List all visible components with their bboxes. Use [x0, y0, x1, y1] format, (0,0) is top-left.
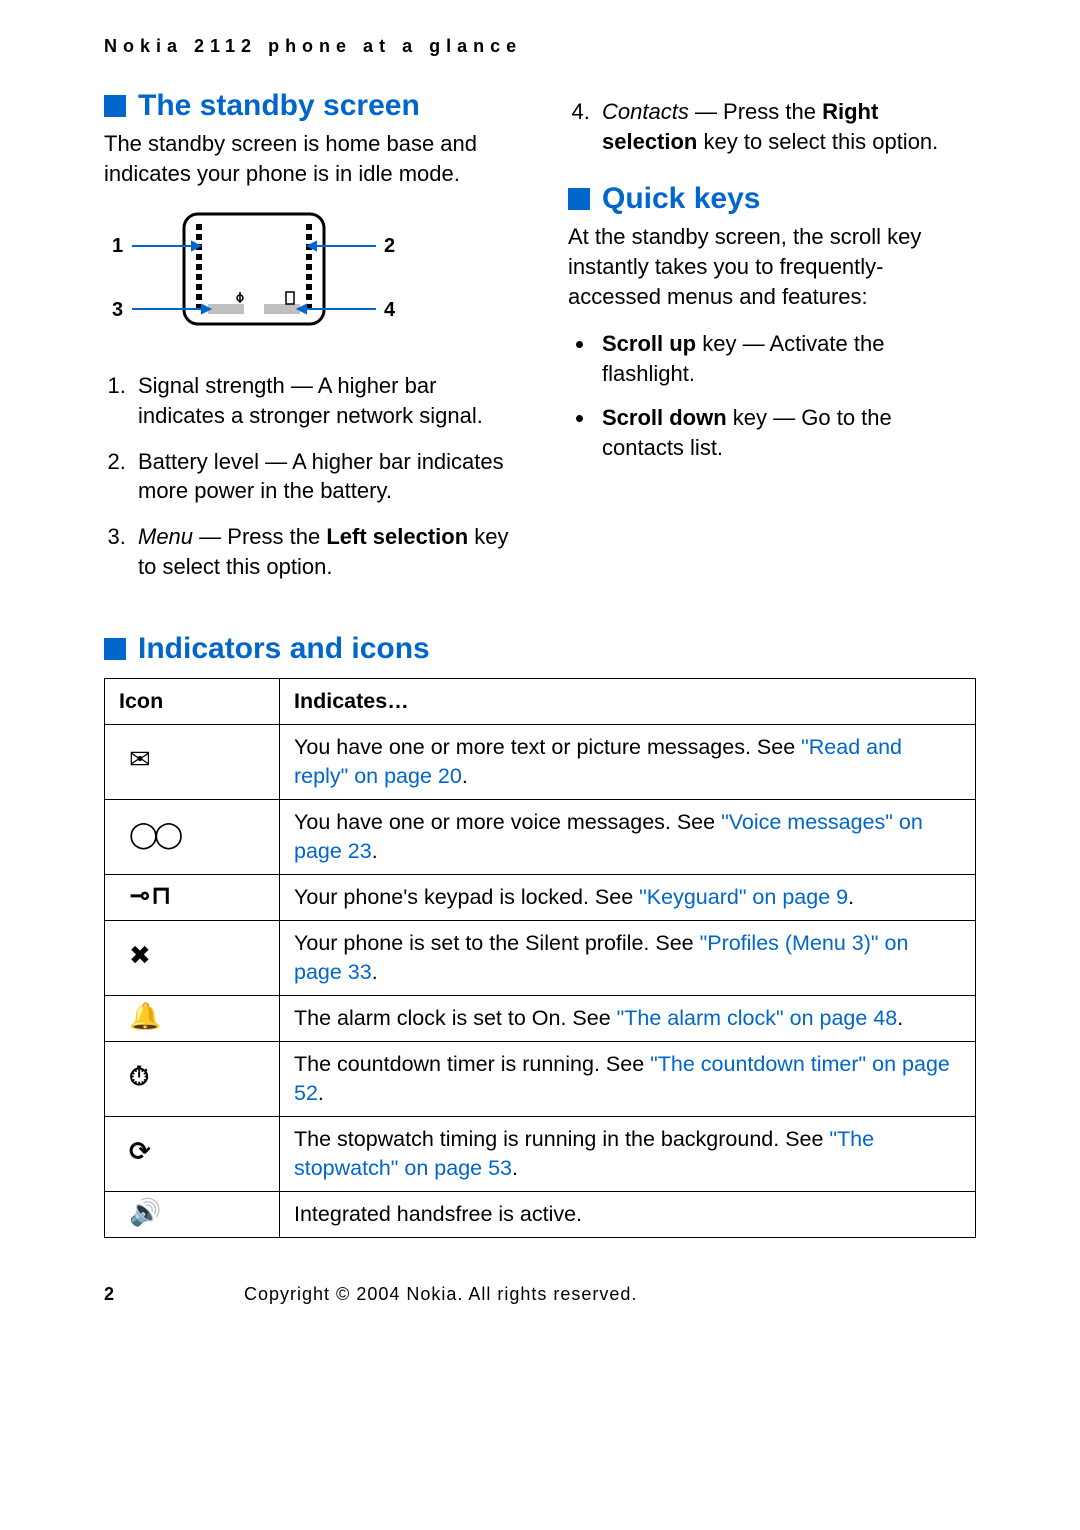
indicator-desc: Integrated handsfree is active.: [280, 1191, 976, 1237]
diagram-label-3: 3: [112, 299, 123, 321]
indicator-desc: Your phone is set to the Silent profile.…: [280, 920, 976, 995]
standby-intro: The standby screen is home base and indi…: [104, 129, 512, 188]
standby-list: Signal strength — A higher bar indicates…: [104, 371, 512, 581]
indicators-table: Icon Indicates… ✉ You have one or more t…: [104, 678, 976, 1238]
running-header: Nokia 2112 phone at a glance: [104, 36, 976, 57]
table-row: 🔊 Integrated handsfree is active.: [105, 1191, 976, 1237]
table-row: ✉ You have one or more text or picture m…: [105, 724, 976, 799]
standby-list-continued: Contacts — Press the Right selection key…: [568, 97, 976, 156]
heading-text: Quick keys: [602, 182, 760, 216]
page-footer: 2 Copyright © 2004 Nokia. All rights res…: [104, 1284, 976, 1305]
silent-profile-icon: ✖: [105, 920, 280, 995]
list-item: Scroll down key — Go to the contacts lis…: [596, 403, 976, 462]
quick-keys-heading: Quick keys: [568, 182, 976, 216]
alarm-clock-icon: 🔔: [105, 995, 280, 1041]
keyguard-icon: ⊸⊓: [105, 874, 280, 920]
diagram-label-2: 2: [384, 235, 395, 257]
standby-screen-heading: The standby screen: [104, 89, 512, 123]
diagram-label-4: 4: [384, 299, 396, 321]
voicemail-icon: ◯◯: [105, 799, 280, 874]
stopwatch-icon: ⟳: [105, 1116, 280, 1191]
table-row: ⊸⊓ Your phone's keypad is locked. See "K…: [105, 874, 976, 920]
table-row: ◯◯ You have one or more voice messages. …: [105, 799, 976, 874]
heading-text: The standby screen: [138, 89, 420, 123]
table-row: ⏱ The countdown timer is running. See "T…: [105, 1041, 976, 1116]
two-column-layout: The standby screen The standby screen is…: [104, 85, 976, 598]
list-item: Menu — Press the Left selection key to s…: [132, 522, 512, 581]
indicator-desc: Your phone's keypad is locked. See "Keyg…: [280, 874, 976, 920]
diagram-label-1: 1: [112, 235, 123, 257]
list-item: Battery level — A higher bar indicates m…: [132, 447, 512, 506]
heading-text: Indicators and icons: [138, 632, 430, 666]
page-number: 2: [104, 1284, 114, 1305]
indicator-desc: The stopwatch timing is running in the b…: [280, 1116, 976, 1191]
table-row: ✖ Your phone is set to the Silent profil…: [105, 920, 976, 995]
quick-keys-list: Scroll up key — Activate the flashlight.…: [568, 329, 976, 462]
manual-page: Nokia 2112 phone at a glance The standby…: [0, 0, 1080, 1361]
countdown-timer-icon: ⏱: [105, 1041, 280, 1116]
keyguard-link[interactable]: "Keyguard" on page 9: [639, 885, 848, 909]
indicator-desc: You have one or more voice messages. See…: [280, 799, 976, 874]
indicator-desc: The countdown timer is running. See "The…: [280, 1041, 976, 1116]
left-column: The standby screen The standby screen is…: [104, 85, 512, 598]
list-item: Signal strength — A higher bar indicates…: [132, 371, 512, 430]
th-icon: Icon: [105, 678, 280, 724]
envelope-icon: ✉: [105, 724, 280, 799]
quick-keys-intro: At the standby screen, the scroll key in…: [568, 222, 976, 311]
table-row: 🔔 The alarm clock is set to On. See "The…: [105, 995, 976, 1041]
standby-screen-diagram: 1 2 3 4: [104, 206, 512, 351]
indicator-desc: The alarm clock is set to On. See "The a…: [280, 995, 976, 1041]
copyright-text: Copyright © 2004 Nokia. All rights reser…: [244, 1284, 637, 1305]
indicators-heading: Indicators and icons: [104, 632, 976, 666]
indicator-desc: You have one or more text or picture mes…: [280, 724, 976, 799]
handsfree-icon: 🔊: [105, 1191, 280, 1237]
indicators-section: Indicators and icons Icon Indicates… ✉ Y…: [104, 632, 976, 1238]
right-column: Contacts — Press the Right selection key…: [568, 85, 976, 598]
list-item: Scroll up key — Activate the flashlight.: [596, 329, 976, 388]
list-item: Contacts — Press the Right selection key…: [596, 97, 976, 156]
table-header-row: Icon Indicates…: [105, 678, 976, 724]
th-indicates: Indicates…: [280, 678, 976, 724]
table-row: ⟳ The stopwatch timing is running in the…: [105, 1116, 976, 1191]
alarm-clock-link[interactable]: "The alarm clock" on page 48: [617, 1006, 898, 1030]
